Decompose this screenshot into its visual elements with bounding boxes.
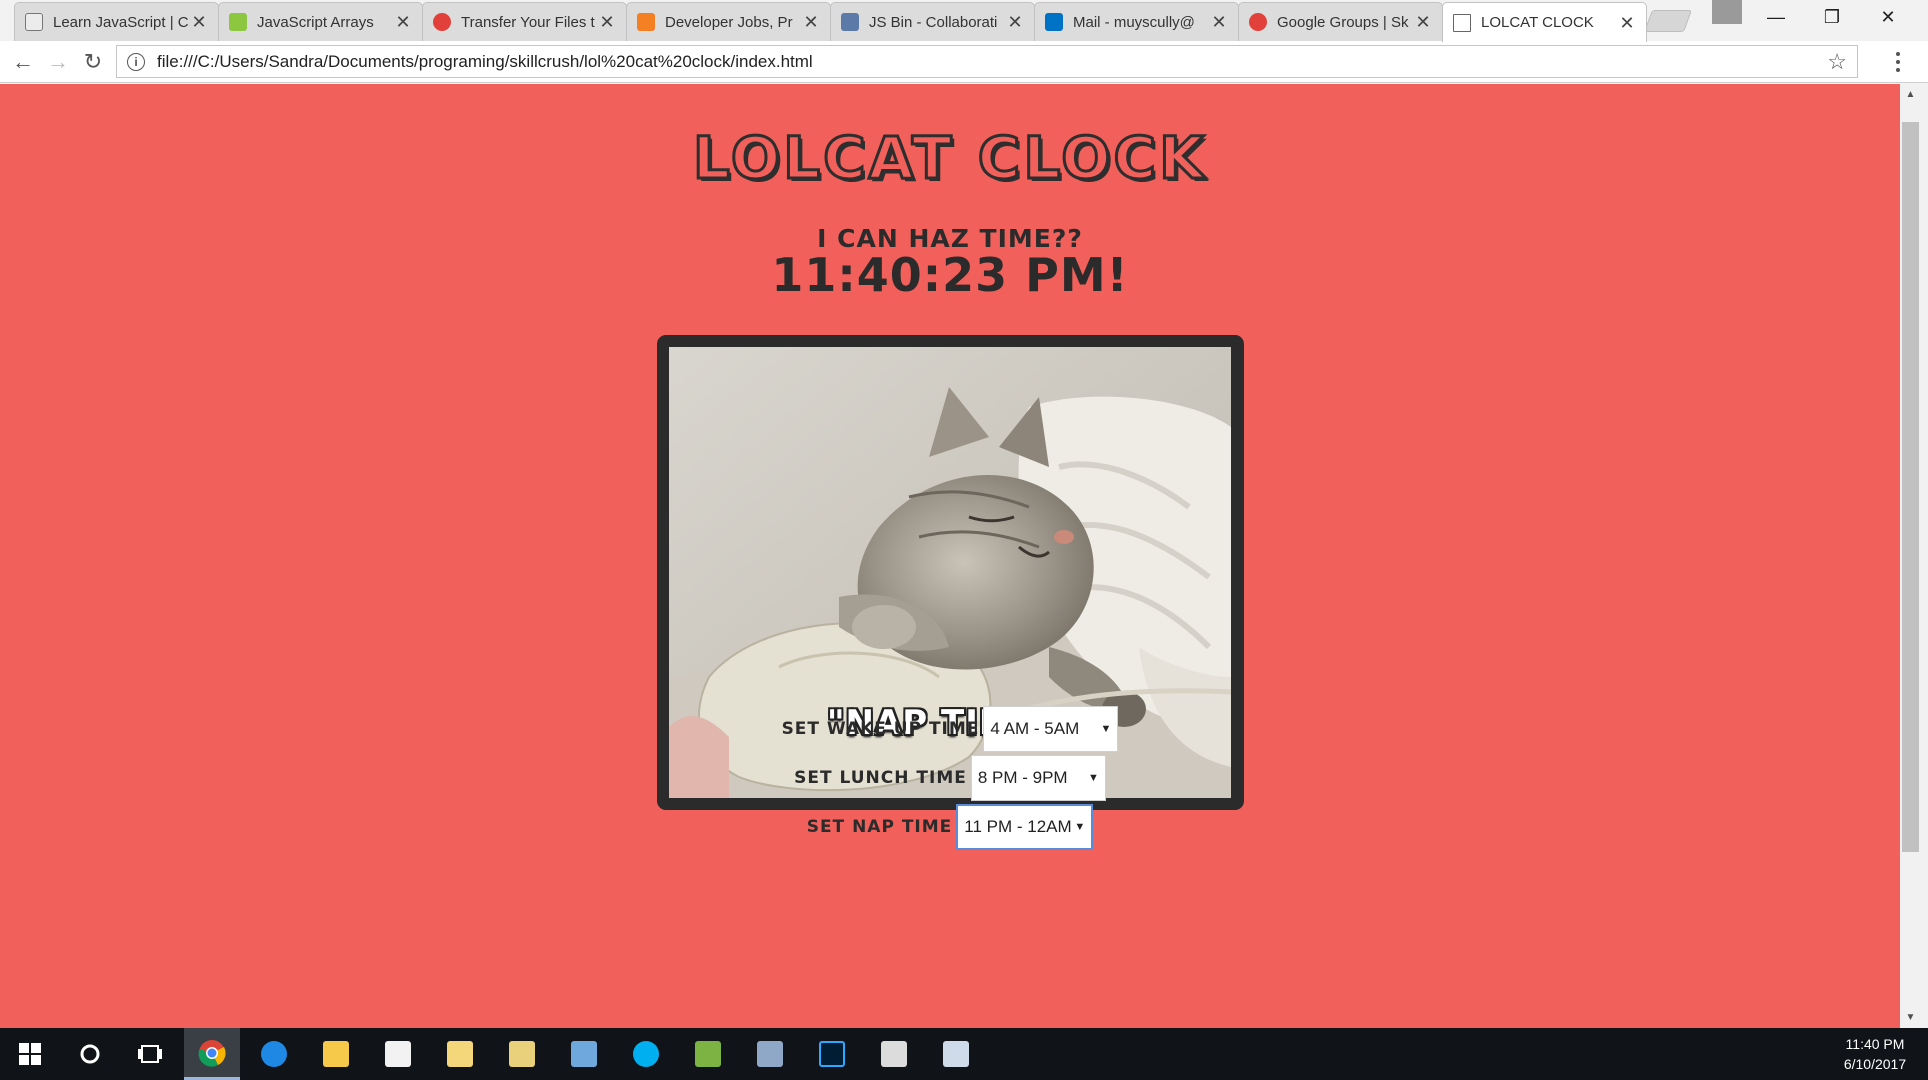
info-icon[interactable]: i — [127, 52, 145, 71]
scroll-down-icon[interactable]: ▼ — [1902, 1009, 1919, 1026]
chrome-icon[interactable] — [184, 1028, 240, 1080]
minimize-button[interactable]: — — [1748, 0, 1804, 34]
address-bar[interactable]: i file:///C:/Users/Sandra/Documents/prog… — [116, 45, 1858, 78]
chevron-down-icon: ▼ — [1074, 821, 1086, 833]
close-tab-icon[interactable]: ✕ — [190, 13, 208, 31]
tab-google-groups[interactable]: Google Groups | Sk ✕ — [1238, 2, 1443, 41]
tab-title: Learn JavaScript | C — [53, 13, 189, 31]
scrollbar-thumb[interactable] — [1902, 122, 1919, 852]
tab-javascript-arrays[interactable]: JavaScript Arrays ✕ — [218, 2, 423, 41]
tab-strip: Learn JavaScript | C ✕ JavaScript Arrays… — [0, 0, 1928, 42]
page-viewport: LOLCAT CLOCK I CAN HAZ TIME?? 11:40:23 P… — [0, 84, 1900, 1028]
forward-button[interactable]: → — [43, 47, 73, 77]
edge-icon[interactable] — [246, 1028, 302, 1080]
wake-up-time-select[interactable]: 4 AM - 5AM ▼ — [983, 706, 1119, 752]
tab-title: Google Groups | Sk — [1277, 13, 1409, 31]
tab-js-bin[interactable]: JS Bin - Collaborati ✕ — [830, 2, 1035, 41]
new-tab-button[interactable] — [1643, 10, 1693, 32]
profile-icon[interactable] — [1712, 0, 1742, 24]
clock-time: 11:40 PM — [1845, 1036, 1905, 1052]
tab-title: Mail - muyscully@ — [1073, 13, 1195, 31]
viewer-icon[interactable] — [928, 1028, 984, 1080]
clock-date: 6/10/2017 — [1843, 1056, 1907, 1072]
close-tab-icon[interactable]: ✕ — [1210, 13, 1228, 31]
codecademy-favicon-icon — [25, 13, 43, 31]
wake-up-time-label: SET WAKE UP TIME — [781, 719, 980, 739]
nap-time-value: 11 PM - 12AM — [964, 817, 1072, 836]
wake-up-time-value: 4 AM - 5AM — [990, 719, 1080, 738]
address-url[interactable]: file:///C:/Users/Sandra/Documents/progra… — [157, 52, 1827, 72]
jsbin-favicon-icon — [841, 13, 859, 31]
page-title: LOLCAT CLOCK — [691, 123, 1208, 194]
document-favicon-icon — [1453, 13, 1471, 32]
lunch-time-label: SET LUNCH TIME — [794, 768, 967, 788]
task-view-icon[interactable] — [122, 1028, 178, 1080]
tab-title: Developer Jobs, Pr — [665, 13, 793, 31]
tab-developer-jobs[interactable]: Developer Jobs, Pr ✕ — [626, 2, 831, 41]
tab-transfer-files[interactable]: Transfer Your Files t ✕ — [422, 2, 627, 41]
chevron-down-icon: ▼ — [1100, 723, 1112, 735]
files-icon[interactable] — [494, 1028, 550, 1080]
tab-title: JavaScript Arrays — [257, 13, 374, 31]
close-tab-icon[interactable]: ✕ — [1414, 13, 1432, 31]
system-clock[interactable]: 11:40 PM 6/10/2017 — [1830, 1034, 1920, 1074]
store-icon[interactable] — [370, 1028, 426, 1080]
calculator-icon[interactable] — [866, 1028, 922, 1080]
nap-time-label: SET NAP TIME — [806, 817, 953, 837]
restore-button[interactable]: ❐ — [1804, 0, 1860, 34]
close-tab-icon[interactable]: ✕ — [1006, 13, 1024, 31]
lunch-time-row: SET LUNCH TIME 8 PM - 9PM ▼ — [0, 755, 1900, 801]
scroll-up-icon[interactable]: ▲ — [1902, 86, 1919, 103]
lunch-time-select[interactable]: 8 PM - 9PM ▼ — [970, 755, 1106, 801]
w3schools-favicon-icon — [229, 13, 247, 31]
cortana-icon[interactable] — [62, 1028, 118, 1080]
google-groups-favicon-icon — [1249, 13, 1267, 31]
documents-icon[interactable] — [432, 1028, 488, 1080]
tab-title: JS Bin - Collaborati — [869, 13, 998, 31]
back-button[interactable]: ← — [8, 47, 38, 77]
close-tab-icon[interactable]: ✕ — [802, 13, 820, 31]
outlook-favicon-icon — [1045, 13, 1063, 31]
tab-lolcat-clock[interactable]: LOLCAT CLOCK ✕ — [1442, 2, 1647, 42]
tab-title: LOLCAT CLOCK — [1481, 14, 1594, 31]
stackoverflow-favicon-icon — [637, 13, 655, 31]
tab-title: Transfer Your Files t — [461, 13, 595, 31]
nap-time-row: SET NAP TIME 11 PM - 12AM ▼ — [0, 804, 1900, 850]
close-tab-icon[interactable]: ✕ — [1618, 14, 1636, 32]
close-tab-icon[interactable]: ✕ — [394, 13, 412, 31]
contacts-icon[interactable] — [556, 1028, 612, 1080]
close-window-button[interactable]: ✕ — [1860, 0, 1916, 34]
reload-button[interactable]: ↻ — [78, 47, 108, 77]
wake-up-time-row: SET WAKE UP TIME 4 AM - 5AM ▼ — [0, 706, 1900, 752]
lunch-time-value: 8 PM - 9PM — [977, 768, 1068, 787]
close-tab-icon[interactable]: ✕ — [598, 13, 616, 31]
windows-start-icon[interactable] — [2, 1028, 58, 1080]
photoshop-icon[interactable] — [804, 1028, 860, 1080]
chevron-down-icon: ▼ — [1087, 772, 1099, 784]
tab-learn-javascript[interactable]: Learn JavaScript | C ✕ — [14, 2, 219, 41]
windows-taskbar: 11:40 PM 6/10/2017 — [0, 1028, 1928, 1080]
file-explorer-icon[interactable] — [308, 1028, 364, 1080]
browser-toolbar: ← → ↻ i file:///C:/Users/Sandra/Document… — [0, 41, 1928, 83]
skype-icon[interactable] — [618, 1028, 674, 1080]
clock-display: 11:40:23 PM! — [771, 248, 1129, 302]
nap-time-select[interactable]: 11 PM - 12AM ▼ — [956, 804, 1094, 850]
laptop-icon[interactable] — [742, 1028, 798, 1080]
spreadsheet-icon[interactable] — [680, 1028, 736, 1080]
transfer-favicon-icon — [433, 13, 451, 31]
bookmark-star-icon[interactable]: ☆ — [1827, 49, 1847, 75]
browser-menu-icon[interactable] — [1886, 49, 1910, 75]
tab-mail[interactable]: Mail - muyscully@ ✕ — [1034, 2, 1239, 41]
